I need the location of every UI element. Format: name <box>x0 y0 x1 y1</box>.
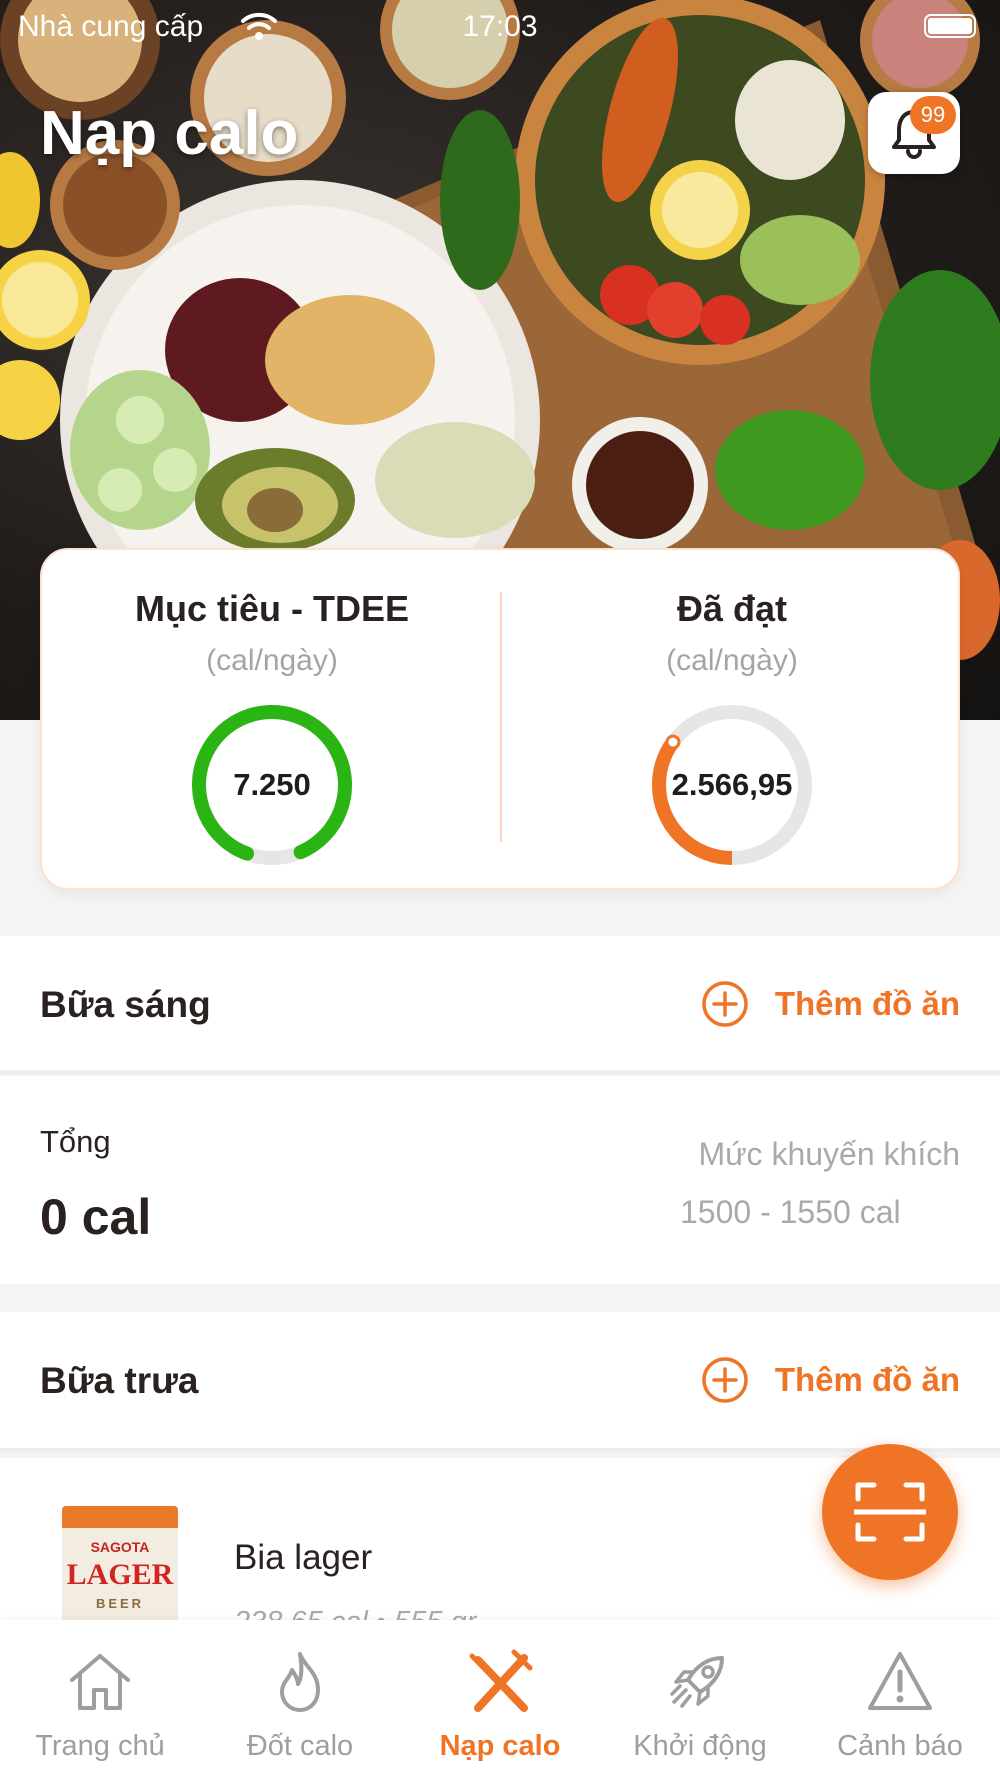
achieved-unit: (cal/ngày) <box>666 644 798 677</box>
food-thumb-brand: SAGOTA <box>91 1539 150 1555</box>
goal-unit: (cal/ngày) <box>206 644 338 677</box>
tab-warning[interactable]: Cảnh báo <box>800 1620 1000 1778</box>
tab-intake-calories[interactable]: Nạp calo <box>400 1620 600 1778</box>
rocket-icon <box>670 1656 724 1708</box>
notification-button[interactable]: 99 <box>868 92 960 174</box>
goal-value: 7.250 <box>233 767 311 802</box>
scan-button[interactable] <box>822 1444 958 1580</box>
recommended-label: Mức khuyến khích <box>698 1136 960 1172</box>
add-circle-icon <box>702 981 748 1027</box>
tab-home-label: Trang chủ <box>35 1730 165 1762</box>
breakfast-add-food-label: Thêm đồ ăn <box>774 985 960 1022</box>
total-label: Tổng <box>40 1124 111 1159</box>
bottom-tab-bar: Trang chủ Đốt calo Nạp calo Khởi động Cả… <box>0 1620 1000 1778</box>
total-value: 0 cal <box>40 1189 152 1245</box>
divider <box>0 1448 1000 1452</box>
achieved-summary: Đã đạt (cal/ngày) 2.566,95 <box>502 588 962 868</box>
breakfast-total: Tổng 0 cal Mức khuyến khích 1500 - 1550 … <box>0 1076 1000 1284</box>
recommended-range: 1500 - 1550 cal <box>680 1194 901 1230</box>
battery-icon <box>924 14 976 38</box>
status-bar: Nhà cung cấp 17:03 <box>0 0 1000 56</box>
food-name: Bia lager <box>234 1538 373 1577</box>
achieved-progress-ring: 2.566,95 <box>649 702 815 868</box>
status-time: 17:03 <box>462 10 538 43</box>
food-thumb-sub: BEER <box>96 1596 144 1611</box>
lunch-add-food-button[interactable]: Thêm đồ ăn <box>701 1354 960 1406</box>
lunch-add-food-label: Thêm đồ ăn <box>774 1361 960 1398</box>
lunch-title: Bữa trưa <box>40 1360 199 1401</box>
goal-progress-ring: 7.250 <box>189 702 355 868</box>
achieved-value: 2.566,95 <box>671 767 793 802</box>
breakfast-add-food-button[interactable]: Thêm đồ ăn <box>701 978 960 1030</box>
flame-icon <box>280 1652 320 1712</box>
goal-title: Mục tiêu - TDEE <box>134 588 409 629</box>
food-thumb-main: LAGER <box>67 1558 174 1591</box>
tab-home[interactable]: Trang chủ <box>0 1620 200 1778</box>
tab-warm-up-label: Khởi động <box>633 1730 767 1762</box>
calorie-summary-card: Mục tiêu - TDEE (cal/ngày) 7.250 Đã đạt … <box>40 548 960 890</box>
lunch-header: Bữa trưa Thêm đồ ăn <box>0 1312 1000 1448</box>
tab-burn-calories[interactable]: Đốt calo <box>200 1620 400 1778</box>
page-title: Nạp calo <box>40 99 299 168</box>
goal-summary: Mục tiêu - TDEE (cal/ngày) 7.250 <box>42 588 502 868</box>
achieved-title: Đã đạt <box>676 588 788 629</box>
scan-icon <box>854 1482 926 1542</box>
divider <box>0 1070 1000 1074</box>
food-thumbnail: SAGOTA LAGER BEER <box>62 1506 178 1628</box>
tab-burn-calories-label: Đốt calo <box>246 1730 354 1762</box>
breakfast-title: Bữa sáng <box>40 984 211 1025</box>
warning-icon <box>868 1652 932 1710</box>
fork-knife-icon <box>469 1649 533 1712</box>
add-circle-icon <box>702 1357 748 1403</box>
breakfast-header: Bữa sáng Thêm đồ ăn <box>0 936 1000 1072</box>
notification-badge: 99 <box>910 96 956 134</box>
tab-warm-up[interactable]: Khởi động <box>600 1620 800 1778</box>
home-icon <box>70 1654 130 1710</box>
tab-intake-calories-label: Nạp calo <box>439 1730 561 1762</box>
tab-warning-label: Cảnh báo <box>837 1730 963 1762</box>
